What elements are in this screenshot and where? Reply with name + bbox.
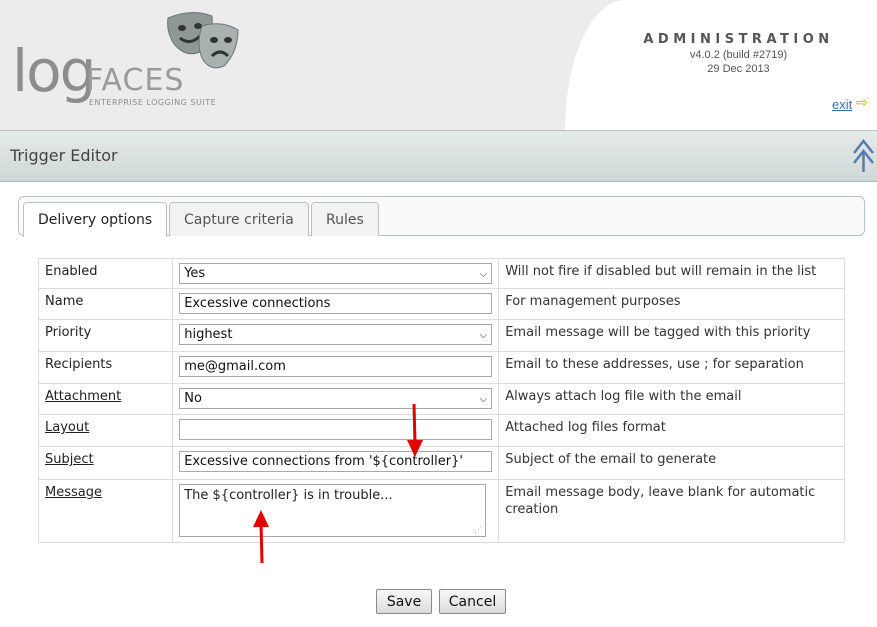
page-title: Trigger Editor [10,146,118,165]
message-help-link[interactable]: Message [45,485,102,500]
priority-select-value: highest [184,327,233,342]
enabled-select[interactable]: Yes ⌵ [179,263,493,284]
priority-label: Priority [37,319,174,352]
logo-faces-text: FACES [86,63,185,98]
subject-description: Subject of the email to generate [498,446,845,480]
save-button[interactable]: Save [376,589,432,614]
recipients-label: Recipients [37,351,174,384]
collapse-up-icon[interactable] [850,136,877,176]
message-text: The ${controller} is in trouble... [184,488,393,503]
form-row-subject: Subject Excessive connections from '${co… [37,446,845,480]
resize-grip-icon[interactable]: ⋰ [474,526,482,534]
chevron-down-icon: ⌵ [479,394,488,405]
recipients-input[interactable]: me@gmail.com [179,356,493,377]
attachment-description: Always attach log file with the email [498,383,845,415]
subject-input[interactable]: Excessive connections from '${controller… [179,451,493,472]
enabled-description: Will not fire if disabled but will remai… [498,258,845,289]
logfaces-logo: log FACES ENTERPRISE LOGGING SUITE [12,6,252,118]
admin-info: ADMINISTRATION v4.0.2 (build #2719) 29 D… [600,32,877,75]
chevron-down-icon: ⌵ [479,330,488,341]
delivery-options-form: Enabled Yes ⌵ Will not fire if disabled … [37,258,845,543]
logo-log-text: log [12,37,96,105]
priority-description: Email message will be tagged with this p… [498,319,845,352]
form-row-priority: Priority highest ⌵ Email message will be… [37,319,845,352]
cancel-button[interactable]: Cancel [439,589,506,614]
editor-titlebar: Trigger Editor [0,130,877,182]
layout-description: Attached log files format [498,414,845,447]
form-row-recipients: Recipients me@gmail.com Email to these a… [37,351,845,384]
tab-bar: Delivery options Capture criteria Rules [18,196,865,237]
layout-help-link[interactable]: Layout [45,420,89,435]
tab-capture-criteria[interactable]: Capture criteria [169,202,309,236]
admin-title: ADMINISTRATION [643,32,834,47]
chevron-down-icon: ⌵ [479,269,488,280]
attachment-help-link[interactable]: Attachment [45,389,121,404]
app-header: log FACES ENTERPRISE LOGGING SUITE ADMIN… [0,0,877,130]
form-row-message: Message The ${controller} is in trouble.… [37,479,845,543]
recipients-description: Email to these addresses, use ; for sepa… [498,351,845,384]
priority-select[interactable]: highest ⌵ [179,324,493,345]
enabled-select-value: Yes [184,266,206,281]
form-row-layout: Layout Attached log files format [37,414,845,447]
form-row-name: Name Excessive connections For managemen… [37,288,845,320]
logo-tagline: ENTERPRISE LOGGING SUITE [89,98,217,107]
attachment-select[interactable]: No ⌵ [179,388,493,409]
annotation-arrow-down-icon [407,403,423,457]
exit-link[interactable]: exit [832,97,852,112]
layout-input[interactable] [179,419,493,440]
enabled-label: Enabled [37,258,174,289]
name-description: For management purposes [498,288,845,320]
annotation-arrow-up-icon [253,510,269,564]
form-row-attachment: Attachment No ⌵ Always attach log file w… [37,383,845,415]
name-input[interactable]: Excessive connections [179,293,493,314]
form-row-enabled: Enabled Yes ⌵ Will not fire if disabled … [37,258,845,289]
build-date: 29 Dec 2013 [707,63,770,75]
attachment-select-value: No [184,391,202,406]
message-textarea[interactable]: The ${controller} is in trouble... ⋰ [179,484,487,537]
exit-arrow-icon[interactable]: ⇨ [856,95,868,111]
tab-rules[interactable]: Rules [311,202,379,236]
version-label: v4.0.2 (build #2719) [689,49,788,61]
message-description: Email message body, leave blank for auto… [498,479,845,543]
tab-delivery-options[interactable]: Delivery options [23,202,168,237]
name-label: Name [37,288,174,320]
subject-help-link[interactable]: Subject [45,452,94,467]
